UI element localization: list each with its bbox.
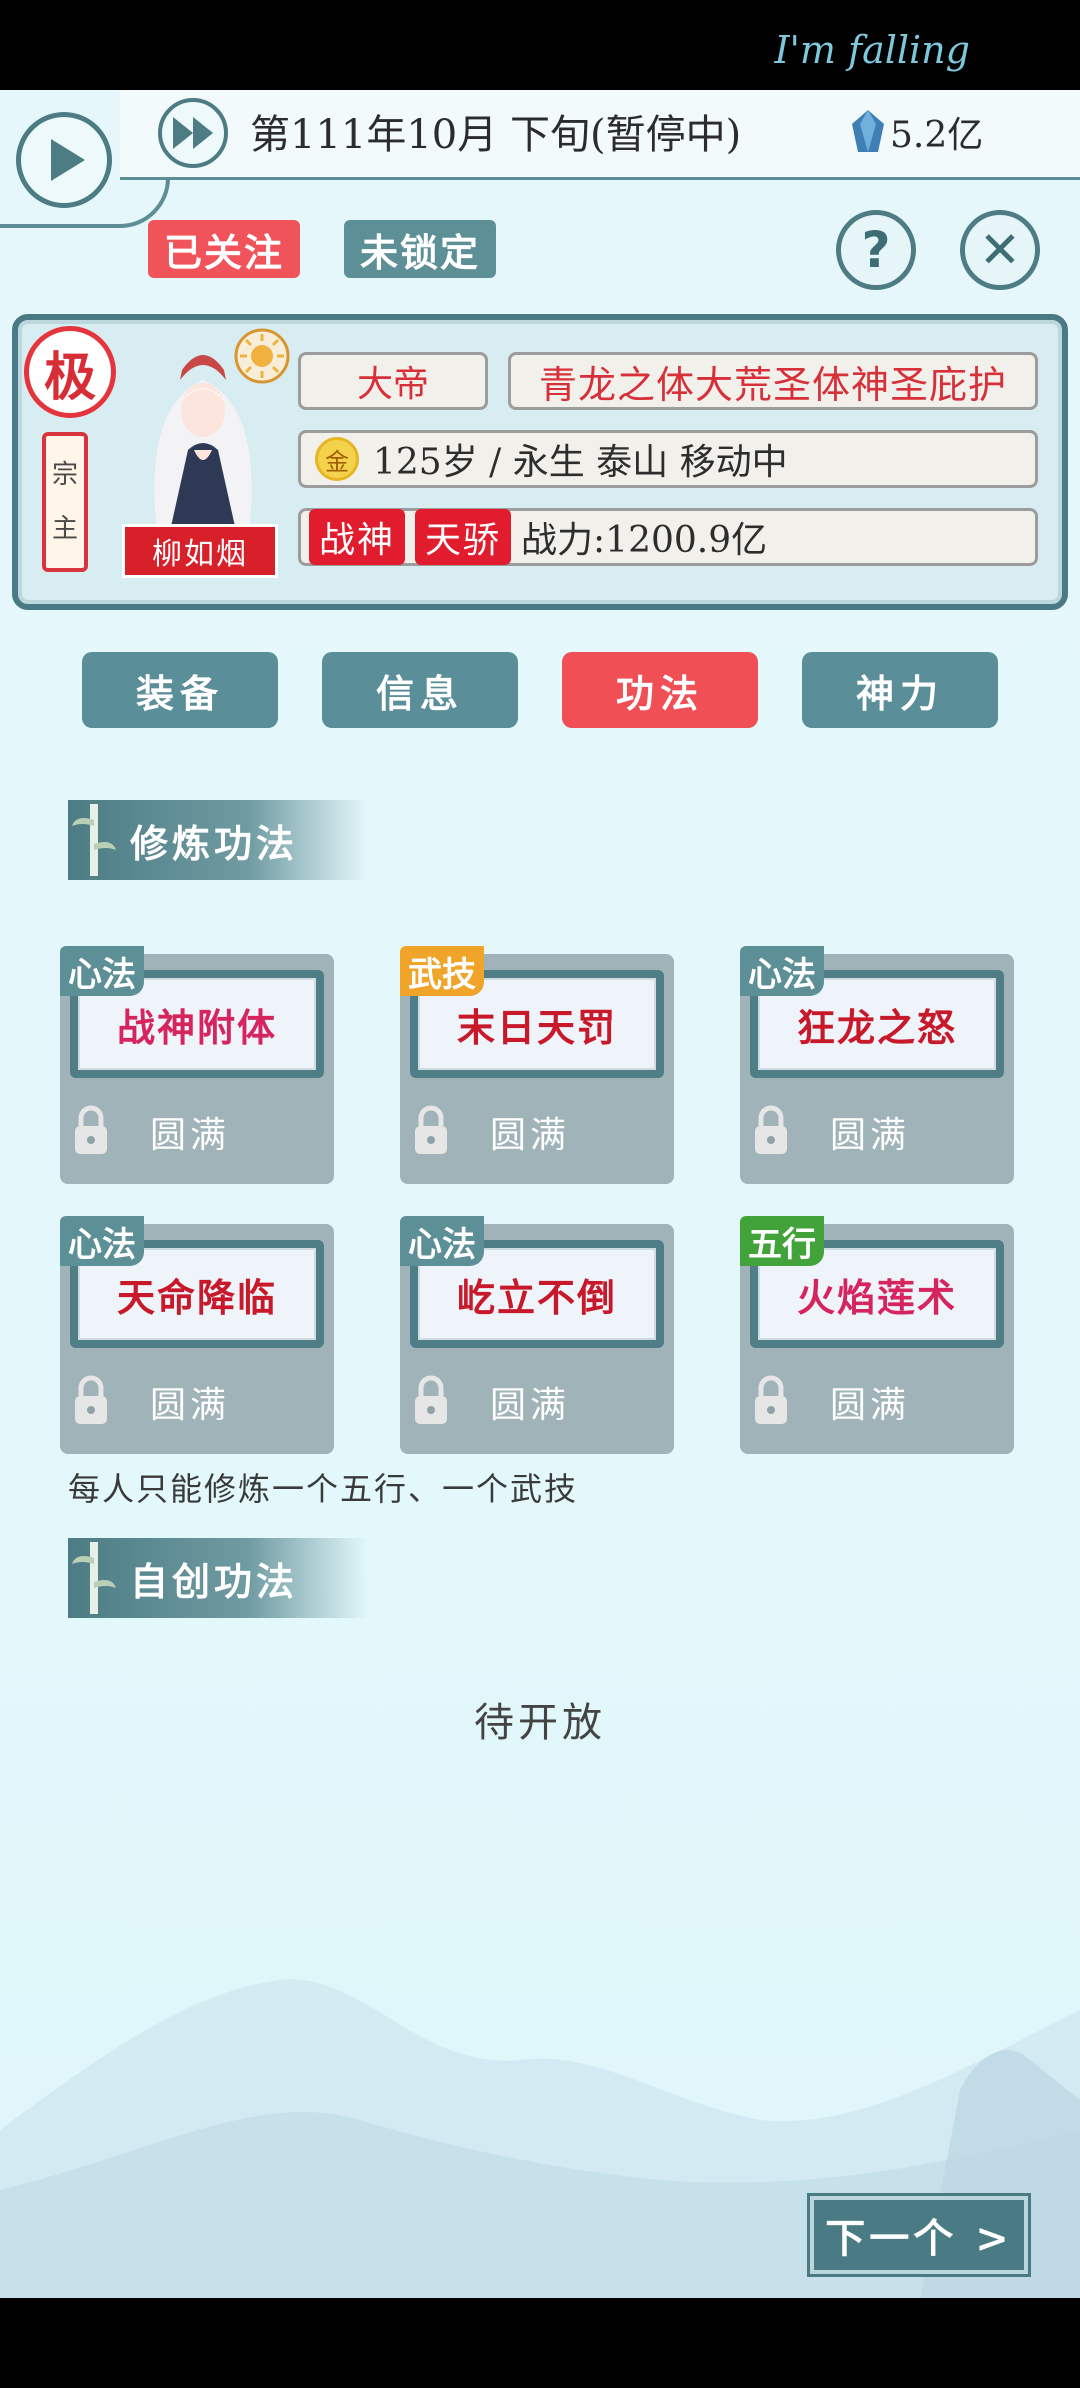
skill-card[interactable]: 末日天罚 武技 圆满 [400,946,674,1184]
next-button[interactable]: 下一个 > [807,2193,1031,2277]
skill-type-tag: 心法 [740,946,824,996]
lock-icon [75,1375,107,1424]
lock-icon [755,1375,787,1424]
character-name: 柳如烟 [122,524,278,578]
tab-techniques[interactable]: 功法 [562,652,758,728]
follow-button[interactable]: 已关注 [148,220,300,278]
section-custom-title: 自创功法 [130,1558,299,1604]
skill-type-tag: 心法 [400,1216,484,1266]
skill-card[interactable]: 火焰莲术 五行 圆满 [740,1216,1014,1454]
status-text: I'm falling [774,28,970,72]
skill-status: 圆满 [490,1385,571,1426]
screen: 第111年10月 下旬(暂停中) 5.2亿 已关注 未锁定 ? ✕ 极 宗 主 [0,90,1080,2298]
power-text: 战力:1200.9亿 [521,520,768,561]
section-cultivation-header: 修炼功法 [68,800,368,880]
realm-field: 大帝 [298,352,488,410]
section-custom-header: 自创功法 [68,1538,368,1618]
skill-type-tag: 心法 [60,1216,144,1266]
skill-card[interactable]: 屹立不倒 心法 圆满 [400,1216,674,1454]
status-bar: I'm falling [0,0,1080,90]
tab-info[interactable]: 信息 [322,652,518,728]
title-badge: 战神 [309,509,406,565]
skill-status: 圆满 [490,1115,571,1156]
power-field: 战神 天骄 战力:1200.9亿 [298,508,1038,566]
skill-card[interactable]: 战神附体 心法 圆满 [60,946,334,1184]
cultivation-note: 每人只能修炼一个五行、一个武技 [68,1470,579,1508]
skill-type-tag: 五行 [740,1216,824,1266]
bamboo-icon [72,1542,116,1614]
skill-status: 圆满 [830,1385,911,1426]
spirit-stone-icon [852,110,884,152]
stats-field: 金 125岁 / 永生 泰山 移动中 [298,430,1038,488]
title-badge: 天骄 [415,509,512,565]
tab-equipment[interactable]: 装备 [82,652,278,728]
title-tag-char: 宗 [51,460,78,490]
pending-text: 待开放 [474,1700,606,1746]
play-icon [51,139,85,181]
top-bar: 第111年10月 下旬(暂停中) 5.2亿 [0,90,1080,240]
sun-icon [234,328,290,384]
tab-divine-power[interactable]: 神力 [802,652,998,728]
fast-forward-icon [173,117,213,149]
close-icon: ✕ [979,221,1021,279]
section-cultivation-title: 修炼功法 [130,820,299,866]
skill-type-tag: 武技 [400,946,484,996]
element-metal-icon: 金 [315,437,359,481]
system-nav-bar [0,2298,1080,2388]
skill-type-tag: 心法 [60,946,144,996]
lock-icon [755,1105,787,1154]
skill-card[interactable]: 狂龙之怒 心法 圆满 [740,946,1014,1184]
play-button[interactable] [16,112,112,208]
help-icon: ? [861,221,891,279]
skill-status: 圆满 [150,1115,231,1156]
lock-icon [415,1375,447,1424]
bloodline-field: 青龙之体大荒圣体神圣庇护 [508,352,1038,410]
close-button[interactable]: ✕ [960,210,1040,290]
skill-status: 圆满 [150,1385,231,1426]
lock-button[interactable]: 未锁定 [344,220,496,278]
title-tag-char: 主 [51,514,78,544]
game-date: 第111年10月 下旬(暂停中) [250,112,742,158]
spirit-stone-count: 5.2亿 [890,115,984,156]
character-card: 极 宗 主 柳如烟 大帝 青龙之体大荒圣体神圣庇护 金 125岁 / 永生 泰山… [12,314,1068,610]
stats-text: 125岁 / 永生 泰山 移动中 [373,442,788,483]
lock-icon [415,1105,447,1154]
title-tag: 宗 主 [42,432,88,572]
lock-icon [75,1105,107,1154]
fast-forward-button[interactable] [158,98,228,168]
bamboo-icon [72,804,116,876]
skill-card[interactable]: 天命降临 心法 圆满 [60,1216,334,1454]
skill-status: 圆满 [830,1115,911,1156]
rank-badge: 极 [24,326,116,418]
help-button[interactable]: ? [836,210,916,290]
